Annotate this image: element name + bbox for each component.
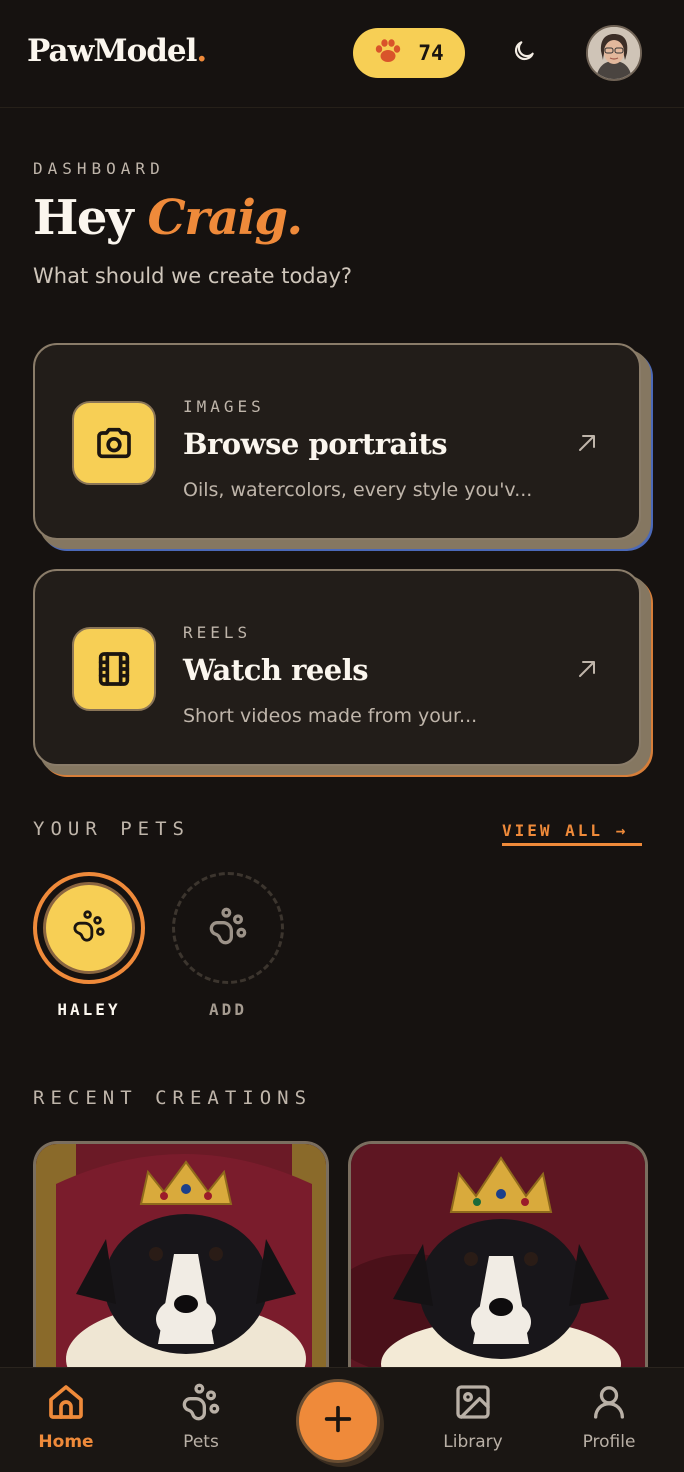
card-kicker: IMAGES bbox=[183, 397, 265, 416]
nav-pets[interactable]: Pets bbox=[151, 1382, 251, 1452]
moon-icon bbox=[511, 38, 537, 68]
nav-profile[interactable]: Profile bbox=[559, 1382, 659, 1452]
film-icon bbox=[72, 627, 156, 711]
pet-label-haley: HALEY bbox=[57, 1000, 121, 1019]
app-logo[interactable]: PawModel. bbox=[27, 33, 207, 69]
create-button[interactable] bbox=[296, 1379, 380, 1463]
credits-count: 74 bbox=[418, 41, 444, 65]
nav-label: Profile bbox=[582, 1432, 636, 1452]
nav-label: Library bbox=[443, 1432, 503, 1452]
your-pets-label: YOUR PETS bbox=[33, 818, 190, 840]
credits-badge[interactable]: 74 bbox=[353, 28, 465, 78]
plus-icon bbox=[321, 1402, 355, 1440]
app-header: PawModel. 74 bbox=[0, 0, 684, 108]
user-avatar[interactable] bbox=[586, 25, 642, 81]
pet-haley[interactable] bbox=[33, 872, 145, 984]
card-title: Watch reels bbox=[183, 653, 369, 687]
recent-creations-label: RECENT CREATIONS bbox=[33, 1087, 313, 1109]
user-icon bbox=[589, 1382, 629, 1426]
card-description: Short videos made from your... bbox=[183, 705, 478, 727]
creation-thumbnail[interactable] bbox=[33, 1141, 329, 1381]
paw-icon bbox=[208, 906, 248, 950]
nav-label: Pets bbox=[183, 1432, 219, 1452]
nav-library[interactable]: Library bbox=[423, 1382, 523, 1452]
image-icon bbox=[453, 1382, 493, 1426]
arrow-up-right-icon bbox=[575, 431, 599, 455]
camera-icon bbox=[72, 401, 156, 485]
dashboard-eyebrow: DASHBOARD bbox=[33, 159, 165, 178]
greeting-heading: Hey Craig. bbox=[33, 190, 304, 246]
creation-thumbnail[interactable] bbox=[348, 1141, 648, 1381]
greeting-subtitle: What should we create today? bbox=[33, 264, 353, 288]
nav-label: Home bbox=[38, 1432, 94, 1452]
pet-label-add: ADD bbox=[209, 1000, 247, 1019]
user-name: Craig. bbox=[147, 190, 304, 246]
add-pet-button[interactable] bbox=[172, 872, 284, 984]
browse-portraits-card[interactable]: IMAGES Browse portraits Oils, watercolor… bbox=[33, 343, 652, 551]
watch-reels-card[interactable]: REELS Watch reels Short videos made from… bbox=[33, 569, 652, 777]
card-description: Oils, watercolors, every style you'v... bbox=[183, 479, 533, 501]
arrow-up-right-icon bbox=[575, 657, 599, 681]
theme-toggle-button[interactable] bbox=[504, 33, 544, 73]
paw-icon bbox=[181, 1382, 221, 1426]
paw-icon bbox=[72, 909, 106, 947]
paw-icon bbox=[374, 38, 402, 68]
card-kicker: REELS bbox=[183, 623, 252, 642]
card-title: Browse portraits bbox=[183, 427, 448, 461]
view-all-link[interactable]: VIEW ALL → bbox=[502, 821, 642, 846]
nav-home[interactable]: Home bbox=[16, 1382, 116, 1452]
bottom-navigation: Home Pets Library Profile bbox=[0, 1367, 684, 1472]
home-icon bbox=[46, 1382, 86, 1426]
